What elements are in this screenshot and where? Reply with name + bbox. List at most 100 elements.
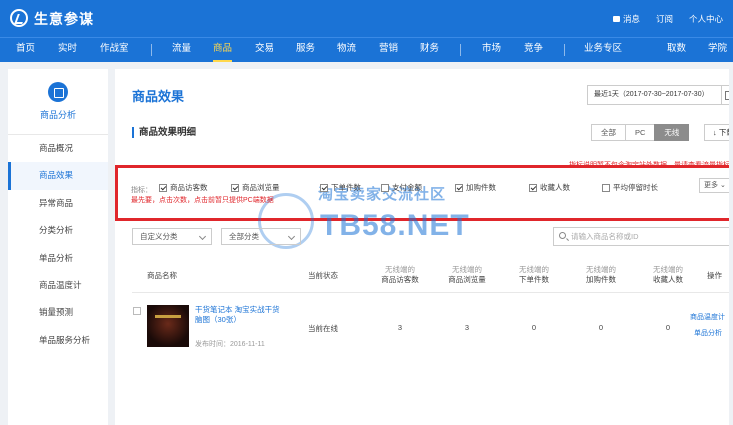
metric-pageviews[interactable]: 商品浏览量	[231, 182, 280, 193]
nav-service[interactable]: 服务	[296, 38, 315, 62]
metric-favorites-label: 收藏人数	[540, 183, 570, 192]
column-header-visitors-prefix: 无线端的	[385, 265, 415, 274]
checkbox-checked-icon[interactable]	[529, 183, 537, 192]
nav-market[interactable]: 市场	[482, 38, 501, 62]
checkbox-checked-icon[interactable]	[159, 183, 167, 192]
metric-pageviews-label: 商品浏览量	[242, 183, 280, 192]
column-header-status: 当前状态	[308, 271, 338, 280]
checkbox-icon[interactable]	[602, 183, 610, 192]
cell-orders: 0	[531, 323, 537, 332]
column-header-favorites[interactable]: 无线端的 收藏人数	[641, 265, 695, 285]
product-thumbnail[interactable]	[147, 305, 189, 347]
sidebar-item-thermometer[interactable]: 商品温度计	[8, 272, 108, 299]
metric-hint: 最先要，点击次数，点击前暂只提供PC端数据	[131, 197, 274, 204]
more-label: 更多	[704, 182, 718, 189]
sidebar-item-single[interactable]: 单品分析	[8, 245, 108, 272]
metric-carts[interactable]: 加购件数	[455, 182, 496, 193]
column-header-pageviews[interactable]: 无线端的 商品浏览量	[440, 265, 494, 285]
action-single-analysis-link[interactable]: 单品分析	[694, 328, 722, 338]
sidebar-item-effect[interactable]: 商品效果	[8, 162, 108, 190]
sidebar-item-service[interactable]: 单品服务分析	[8, 327, 108, 354]
main-nav: 首页 实时 作战室 流量 商品 交易 服务 物流 营销 财务 市场 竞争 业务专…	[0, 37, 733, 62]
row-checkbox[interactable]	[133, 307, 141, 315]
column-header-carts[interactable]: 无线端的 加购件数	[574, 265, 628, 285]
nav-products[interactable]: 商品	[213, 38, 233, 62]
nav-business-zone[interactable]: 业务专区	[584, 38, 622, 62]
metric-carts-label: 加购件数	[466, 183, 496, 192]
messages-link[interactable]: 消息	[612, 13, 640, 25]
checkbox-icon[interactable]	[381, 183, 389, 192]
metric-visitors-label: 商品访客数	[170, 183, 208, 192]
nav-logistics[interactable]: 物流	[337, 38, 356, 62]
page-edge	[729, 69, 733, 425]
nav-transactions[interactable]: 交易	[255, 38, 274, 62]
personal-center-link[interactable]: 个人中心	[689, 13, 723, 25]
sidebar-header-label: 商品分析	[39, 110, 76, 120]
column-header-favorites-label: 收藏人数	[653, 275, 683, 284]
metric-payment[interactable]: 支付金额	[381, 182, 422, 193]
column-header-orders-prefix: 无线端的	[519, 265, 549, 274]
product-publish-date: 发布时间：2016-11-11	[195, 341, 265, 348]
checkbox-checked-icon[interactable]	[320, 183, 328, 192]
metric-orders-label: 下单件数	[331, 183, 361, 192]
nav-finance[interactable]: 财务	[420, 38, 439, 62]
nav-competition[interactable]: 竞争	[524, 38, 543, 62]
main-panel: 商品效果 最近1天（2017-07-30~2017-07-30） 商品效果明细 …	[115, 69, 733, 425]
product-name-link[interactable]: 干货笔记本 淘宝实战干货脑图（30张）	[195, 305, 285, 325]
metric-avg-stay-label: 平均停留时长	[613, 183, 658, 192]
nav-divider	[564, 44, 565, 56]
subscribe-link[interactable]: 订阅	[656, 13, 673, 25]
metric-avg-stay[interactable]: 平均停留时长	[602, 182, 658, 193]
nav-academy[interactable]: 学院	[708, 38, 727, 62]
cell-pageviews: 3	[464, 323, 470, 332]
terminal-tabs: 全部 PC 无线	[591, 124, 690, 141]
message-icon	[612, 16, 620, 22]
search-placeholder: 请输入商品名称或ID	[571, 232, 639, 241]
tab-wireless[interactable]: 无线	[654, 124, 690, 141]
app-title[interactable]: 生意参谋	[34, 9, 94, 29]
nav-marketing[interactable]: 营销	[379, 38, 398, 62]
nav-traffic[interactable]: 流量	[172, 38, 191, 62]
column-header-carts-prefix: 无线端的	[586, 265, 616, 274]
column-header-visitors[interactable]: 无线端的 商品访客数	[373, 265, 427, 285]
section-title: 商品效果明细	[132, 127, 196, 138]
action-thermometer-link[interactable]: 商品温度计	[690, 312, 725, 322]
column-header-orders-label: 下单件数	[519, 275, 549, 284]
logo-icon[interactable]	[10, 9, 28, 27]
messages-label: 消息	[622, 14, 640, 24]
sidebar-item-abnormal[interactable]: 异常商品	[8, 190, 108, 217]
top-bar: 生意参谋 消息 订阅 个人中心	[0, 0, 733, 37]
metric-label: 指标：	[131, 187, 152, 194]
checkbox-checked-icon[interactable]	[455, 183, 463, 192]
nav-war-room[interactable]: 作战室	[100, 38, 129, 62]
metric-orders[interactable]: 下单件数	[320, 182, 361, 193]
tab-all[interactable]: 全部	[591, 124, 626, 141]
sidebar-item-overview[interactable]: 商品概况	[8, 135, 108, 162]
column-header-orders[interactable]: 无线端的 下单件数	[507, 265, 561, 285]
custom-category-select[interactable]: 自定义分类	[132, 228, 212, 245]
sidebar-item-forecast[interactable]: 销量预测	[8, 299, 108, 326]
nav-divider	[151, 44, 152, 56]
nav-divider	[460, 44, 461, 56]
column-header-favorites-prefix: 无线端的	[653, 265, 683, 274]
search-icon	[559, 232, 566, 239]
date-range-picker[interactable]: 最近1天（2017-07-30~2017-07-30）	[587, 85, 722, 105]
all-category-select[interactable]: 全部分类	[221, 228, 301, 245]
metric-visitors[interactable]: 商品访客数	[159, 182, 208, 193]
cell-favorites: 0	[665, 323, 671, 332]
metric-favorites[interactable]: 收藏人数	[529, 182, 570, 193]
column-header-pageviews-prefix: 无线端的	[452, 265, 482, 274]
sidebar-item-category[interactable]: 分类分析	[8, 217, 108, 244]
search-input[interactable]: 请输入商品名称或ID	[553, 227, 733, 246]
tab-pc[interactable]: PC	[625, 124, 656, 141]
column-header-pageviews-label: 商品浏览量	[448, 275, 486, 284]
more-metrics-button[interactable]: 更多 ⌄	[699, 178, 731, 193]
nav-home[interactable]: 首页	[16, 38, 35, 62]
nav-realtime[interactable]: 实时	[58, 38, 77, 62]
checkbox-checked-icon[interactable]	[231, 183, 239, 192]
nav-data-fetch[interactable]: 取数	[667, 38, 686, 62]
cell-carts: 0	[598, 323, 604, 332]
column-header-carts-label: 加购件数	[586, 275, 616, 284]
sidebar-header: 商品分析	[8, 69, 108, 135]
top-right-links: 消息 订阅 个人中心	[612, 13, 723, 25]
